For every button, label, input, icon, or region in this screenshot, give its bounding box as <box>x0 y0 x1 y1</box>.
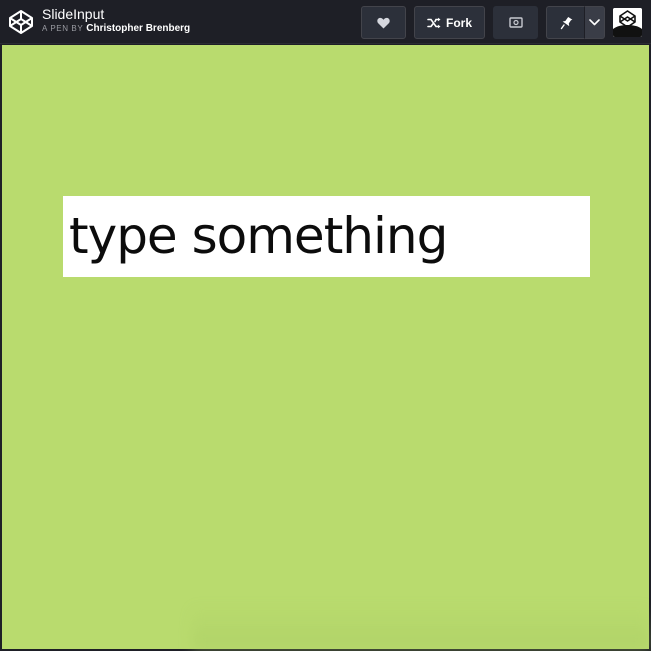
chevron-down-icon <box>589 19 600 26</box>
codepen-avatar-icon <box>613 8 642 37</box>
byline-prefix: A PEN BY <box>42 24 84 33</box>
pin-menu-button[interactable] <box>584 6 605 39</box>
fork-label: Fork <box>445 15 472 30</box>
pen-preview <box>2 45 649 649</box>
view-change-icon <box>508 17 523 28</box>
fork-icon <box>427 17 441 28</box>
slide-text-input[interactable] <box>63 196 590 277</box>
fork-button[interactable]: Fork <box>414 6 485 39</box>
preview-shadow <box>192 605 649 649</box>
heart-button[interactable] <box>361 6 406 39</box>
author-link[interactable]: Christopher Brenberg <box>86 23 190 34</box>
pin-button[interactable] <box>546 6 586 39</box>
change-view-button[interactable] <box>493 6 538 39</box>
pin-icon <box>560 16 573 29</box>
pen-byline: A PEN BY Christopher Brenberg <box>42 23 190 35</box>
heart-icon <box>377 17 390 28</box>
pen-title[interactable]: SlideInput <box>42 5 190 23</box>
pen-title-block: SlideInput A PEN BY Christopher Brenberg <box>42 5 190 39</box>
top-bar: SlideInput A PEN BY Christopher Brenberg … <box>0 0 651 44</box>
codepen-logo-icon[interactable] <box>8 9 34 35</box>
codepen-window: SlideInput A PEN BY Christopher Brenberg … <box>0 0 651 651</box>
user-avatar[interactable] <box>613 8 642 37</box>
